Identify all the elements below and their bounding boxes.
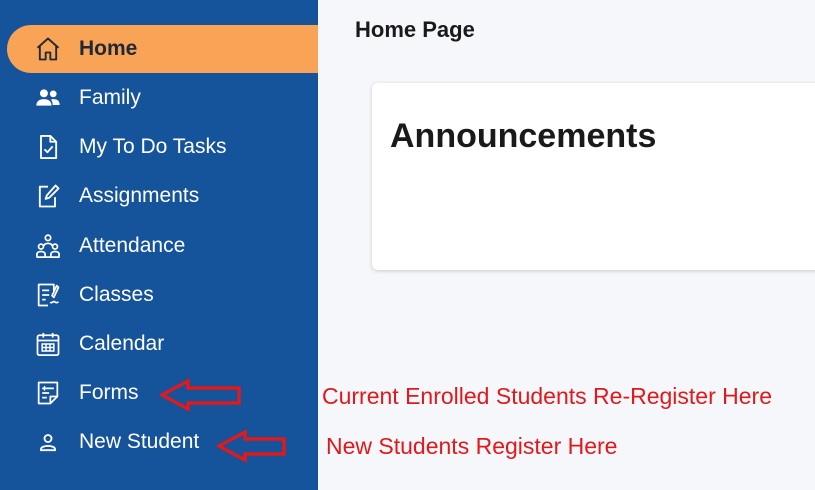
- new-student-register-note: New Students Register Here: [326, 433, 618, 459]
- sidebar-item-label: Forms: [79, 381, 139, 404]
- arrow-left-icon: [160, 378, 241, 412]
- home-icon: [33, 34, 63, 64]
- person-icon: [33, 427, 63, 457]
- checklist-icon: [33, 132, 63, 162]
- sidebar-item-label: My To Do Tasks: [79, 135, 227, 158]
- sidebar-item-calendar[interactable]: Calendar: [7, 320, 318, 368]
- document-pen-icon: [33, 280, 63, 310]
- page-title: Home Page: [355, 17, 475, 42]
- forms-register-note: Current Enrolled Students Re-Register He…: [322, 383, 772, 409]
- sidebar-item-label: Home: [79, 37, 138, 60]
- sidebar-item-my-to-do-tasks[interactable]: My To Do Tasks: [7, 123, 318, 171]
- calendar-icon: [33, 329, 63, 359]
- announcements-title: Announcements: [390, 117, 657, 155]
- sidebar-item-attendance[interactable]: Attendance: [7, 222, 318, 270]
- sidebar-item-home[interactable]: Home: [7, 25, 318, 73]
- people-group-icon: [33, 231, 63, 261]
- sidebar-item-classes[interactable]: Classes: [7, 271, 318, 319]
- form-icon: [33, 378, 63, 408]
- sidebar-item-label: Calendar: [79, 332, 165, 355]
- sidebar: Home Family My To Do Tasks Assignments A…: [0, 0, 318, 490]
- edit-document-icon: [33, 181, 63, 211]
- sidebar-item-label: Attendance: [79, 234, 186, 257]
- sidebar-item-assignments[interactable]: Assignments: [7, 172, 318, 220]
- sidebar-item-label: New Student: [79, 430, 200, 453]
- sidebar-item-family[interactable]: Family: [7, 74, 318, 122]
- sidebar-item-label: Assignments: [79, 184, 200, 207]
- announcements-card: Announcements: [372, 83, 815, 270]
- family-icon: [33, 83, 63, 113]
- sidebar-item-label: Family: [79, 86, 141, 109]
- sidebar-item-label: Classes: [79, 283, 154, 306]
- arrow-left-icon: [217, 429, 286, 463]
